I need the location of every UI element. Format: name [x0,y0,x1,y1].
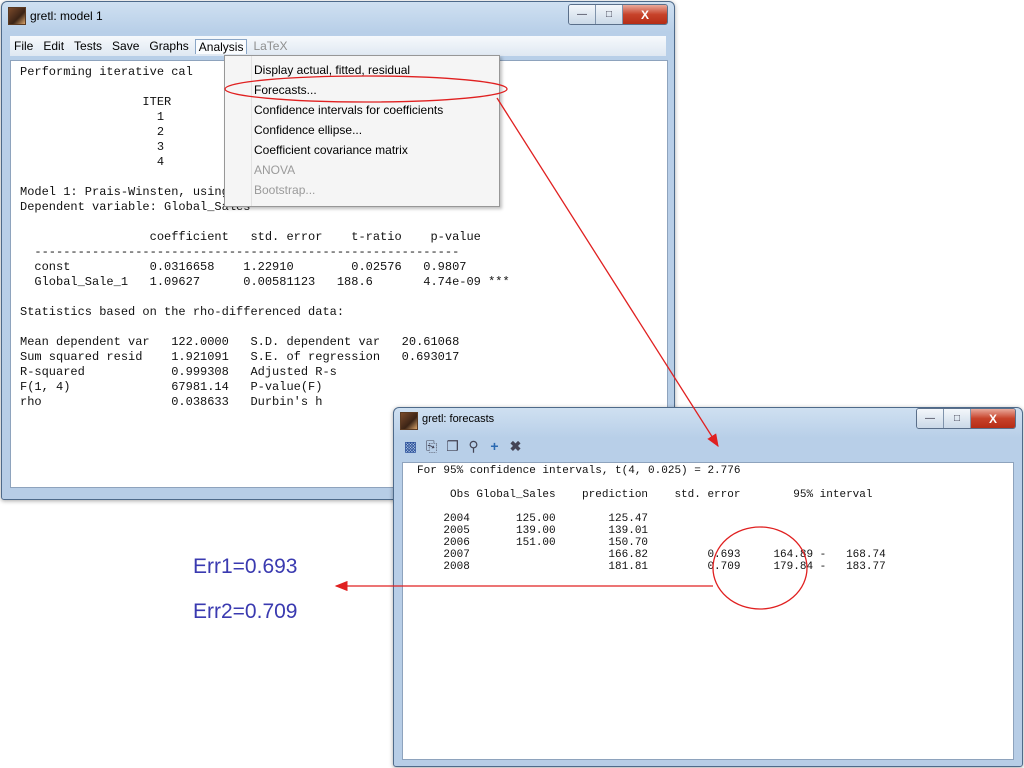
annotation-overlay [224,75,808,610]
forecasts-highlight-ellipse [224,75,508,103]
std-error-highlight-ellipse [712,526,808,610]
forecasts-pointer-arrow [496,97,719,448]
